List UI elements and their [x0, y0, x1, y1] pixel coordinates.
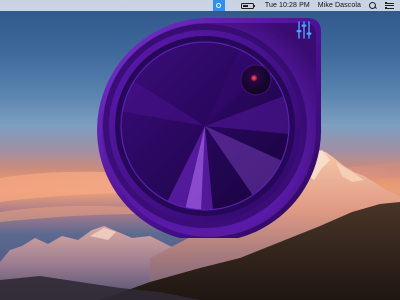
dial-widget-graphic — [97, 18, 322, 238]
settings-button[interactable] — [293, 19, 315, 41]
menubar-user-name[interactable]: Mike Dascola — [318, 0, 361, 11]
knob-indicator-led — [250, 74, 258, 82]
sliders-icon — [296, 21, 312, 39]
menubar-clock[interactable]: Tue 10:28 PM — [265, 0, 310, 11]
menu-bar: Tue 10:28 PM Mike Dascola — [0, 0, 400, 11]
search-icon[interactable] — [369, 1, 377, 10]
battery-icon[interactable] — [240, 2, 257, 9]
dial-widget — [93, 14, 325, 238]
notification-list-icon[interactable] — [385, 2, 394, 9]
app-dial-status-icon[interactable] — [212, 0, 225, 11]
